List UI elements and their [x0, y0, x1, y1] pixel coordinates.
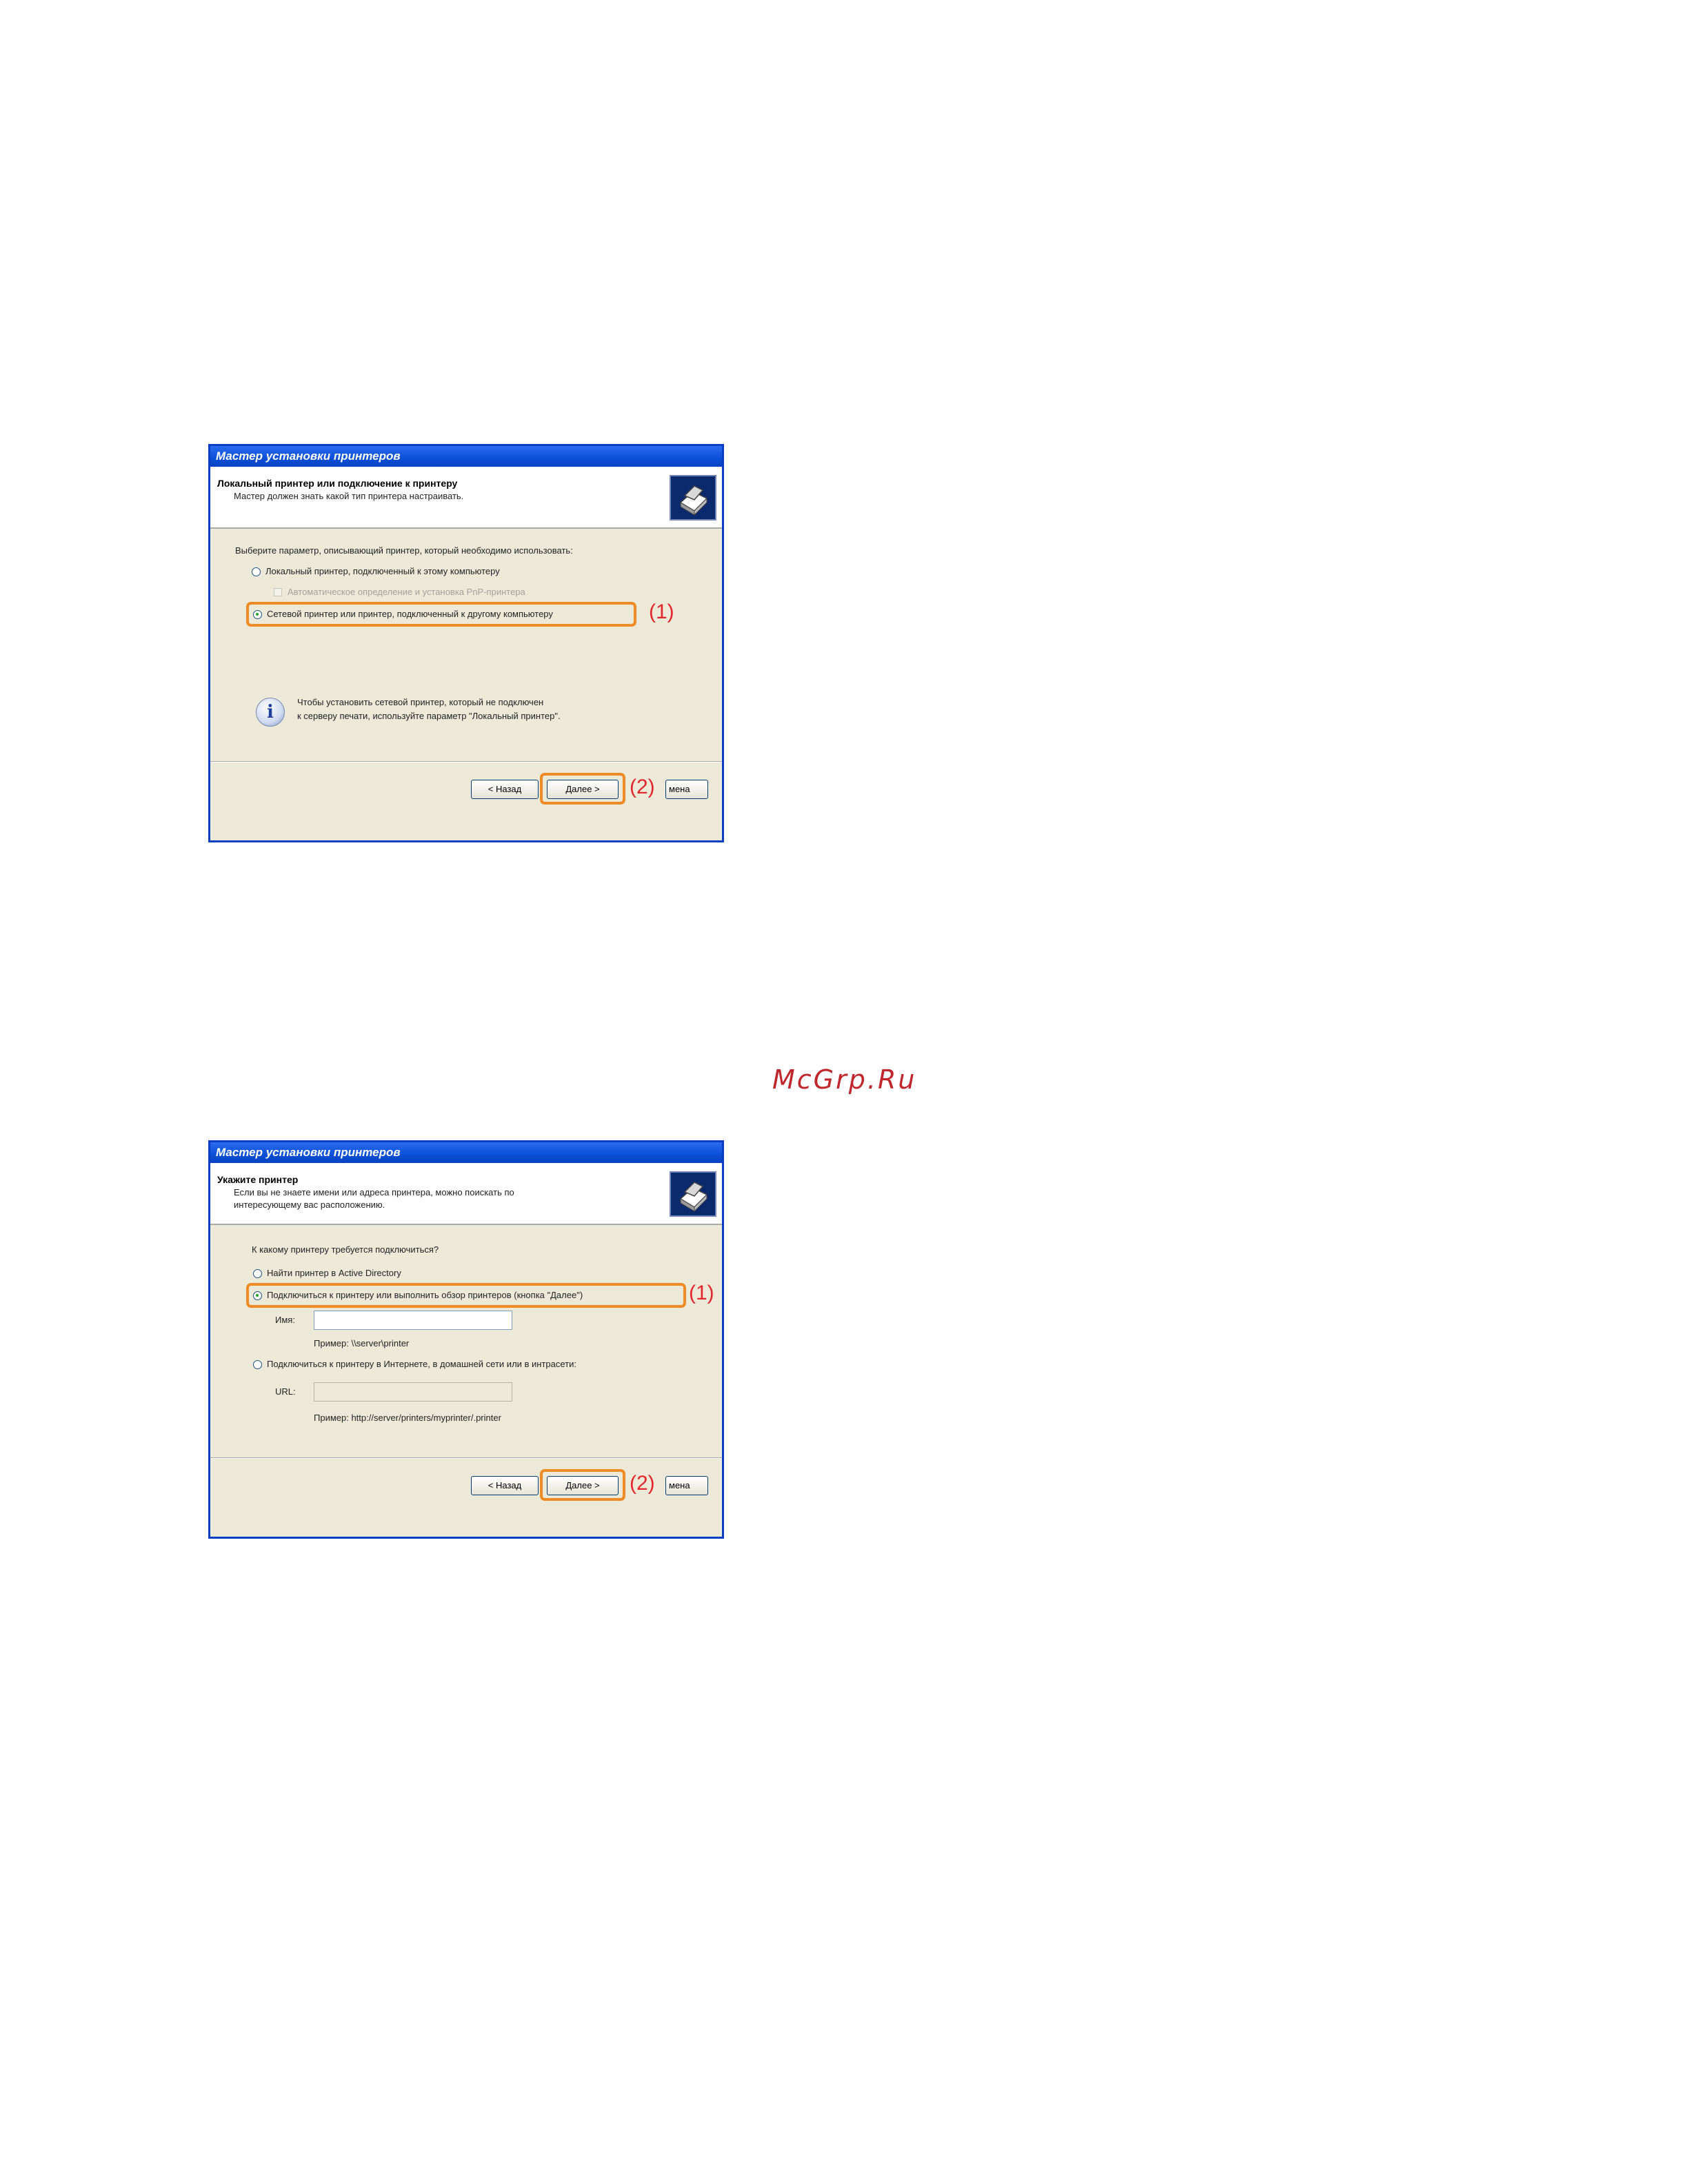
footer-divider [210, 1457, 722, 1459]
option-network-label[interactable]: Сетевой принтер или принтер, подключенны… [267, 609, 553, 619]
footer-divider [210, 761, 722, 762]
info-text-line1: Чтобы установить сетевой принтер, которы… [297, 697, 544, 707]
callout-1: (1) [689, 1282, 714, 1304]
printer-icon [670, 475, 716, 520]
url-label: URL: [275, 1386, 296, 1397]
printer-wizard-dialog-local-or-network: Мастер установки принтеров Локальный при… [208, 444, 724, 842]
option-ad-label[interactable]: Найти принтер в Active Directory [267, 1268, 401, 1278]
header-subtitle-2: интересующему вас расположению. [234, 1200, 385, 1210]
url-input[interactable] [314, 1382, 512, 1402]
option-internet-label[interactable]: Подключиться к принтеру в Интернете, в д… [267, 1359, 576, 1369]
wizard-header: Локальный принтер или подключение к прин… [210, 467, 722, 529]
wizard-body: К какому принтеру требуется подключиться… [210, 1225, 722, 1509]
radio-internet-printer[interactable] [253, 1360, 262, 1369]
printer-wizard-dialog-specify-printer: Мастер установки принтеров Укажите принт… [208, 1140, 724, 1539]
header-title: Локальный принтер или подключение к прин… [217, 478, 458, 489]
option-connect-label[interactable]: Подключиться к принтеру или выполнить об… [267, 1290, 583, 1300]
info-text-line2: к серверу печати, используйте параметр "… [297, 711, 561, 721]
checkbox-pnp[interactable] [274, 588, 282, 596]
back-button[interactable]: < Назад [471, 1476, 539, 1495]
option-pnp-label: Автоматическое определение и установка P… [288, 587, 525, 597]
prompt-text: Выберите параметр, описывающий принтер, … [235, 545, 573, 556]
cancel-button[interactable]: мена [665, 1476, 708, 1495]
wizard-body: Выберите параметр, описывающий принтер, … [210, 529, 722, 813]
radio-network-printer[interactable] [253, 610, 262, 619]
window-title: Мастер установки принтеров [210, 446, 722, 467]
watermark-text: McGrp.Ru [772, 1064, 917, 1095]
printer-icon [670, 1171, 716, 1217]
cancel-button[interactable]: мена [665, 780, 708, 799]
header-title: Укажите принтер [217, 1174, 299, 1185]
header-subtitle: Мастер должен знать какой тип принтера н… [234, 491, 464, 501]
option-local-label[interactable]: Локальный принтер, подключенный к этому … [265, 566, 500, 576]
window-title: Мастер установки принтеров [210, 1142, 722, 1163]
next-button[interactable]: Далее > [547, 780, 619, 799]
name-example: Пример: \\server\printer [314, 1338, 410, 1348]
info-icon: i [256, 698, 285, 727]
name-label: Имя: [275, 1315, 295, 1325]
radio-local-printer[interactable] [252, 567, 261, 576]
url-example: Пример: http://server/printers/myprinter… [314, 1413, 501, 1423]
next-button[interactable]: Далее > [547, 1476, 619, 1495]
callout-1: (1) [649, 600, 674, 623]
wizard-header: Укажите принтер Если вы не знаете имени … [210, 1163, 722, 1225]
back-button[interactable]: < Назад [471, 780, 539, 799]
radio-active-directory[interactable] [253, 1269, 262, 1278]
callout-2: (2) [630, 776, 655, 798]
name-input[interactable] [314, 1311, 512, 1330]
callout-2: (2) [630, 1472, 655, 1495]
header-subtitle-1: Если вы не знаете имени или адреса принт… [234, 1187, 514, 1197]
prompt-text: К какому принтеру требуется подключиться… [252, 1244, 439, 1255]
radio-connect-printer[interactable] [253, 1291, 262, 1300]
